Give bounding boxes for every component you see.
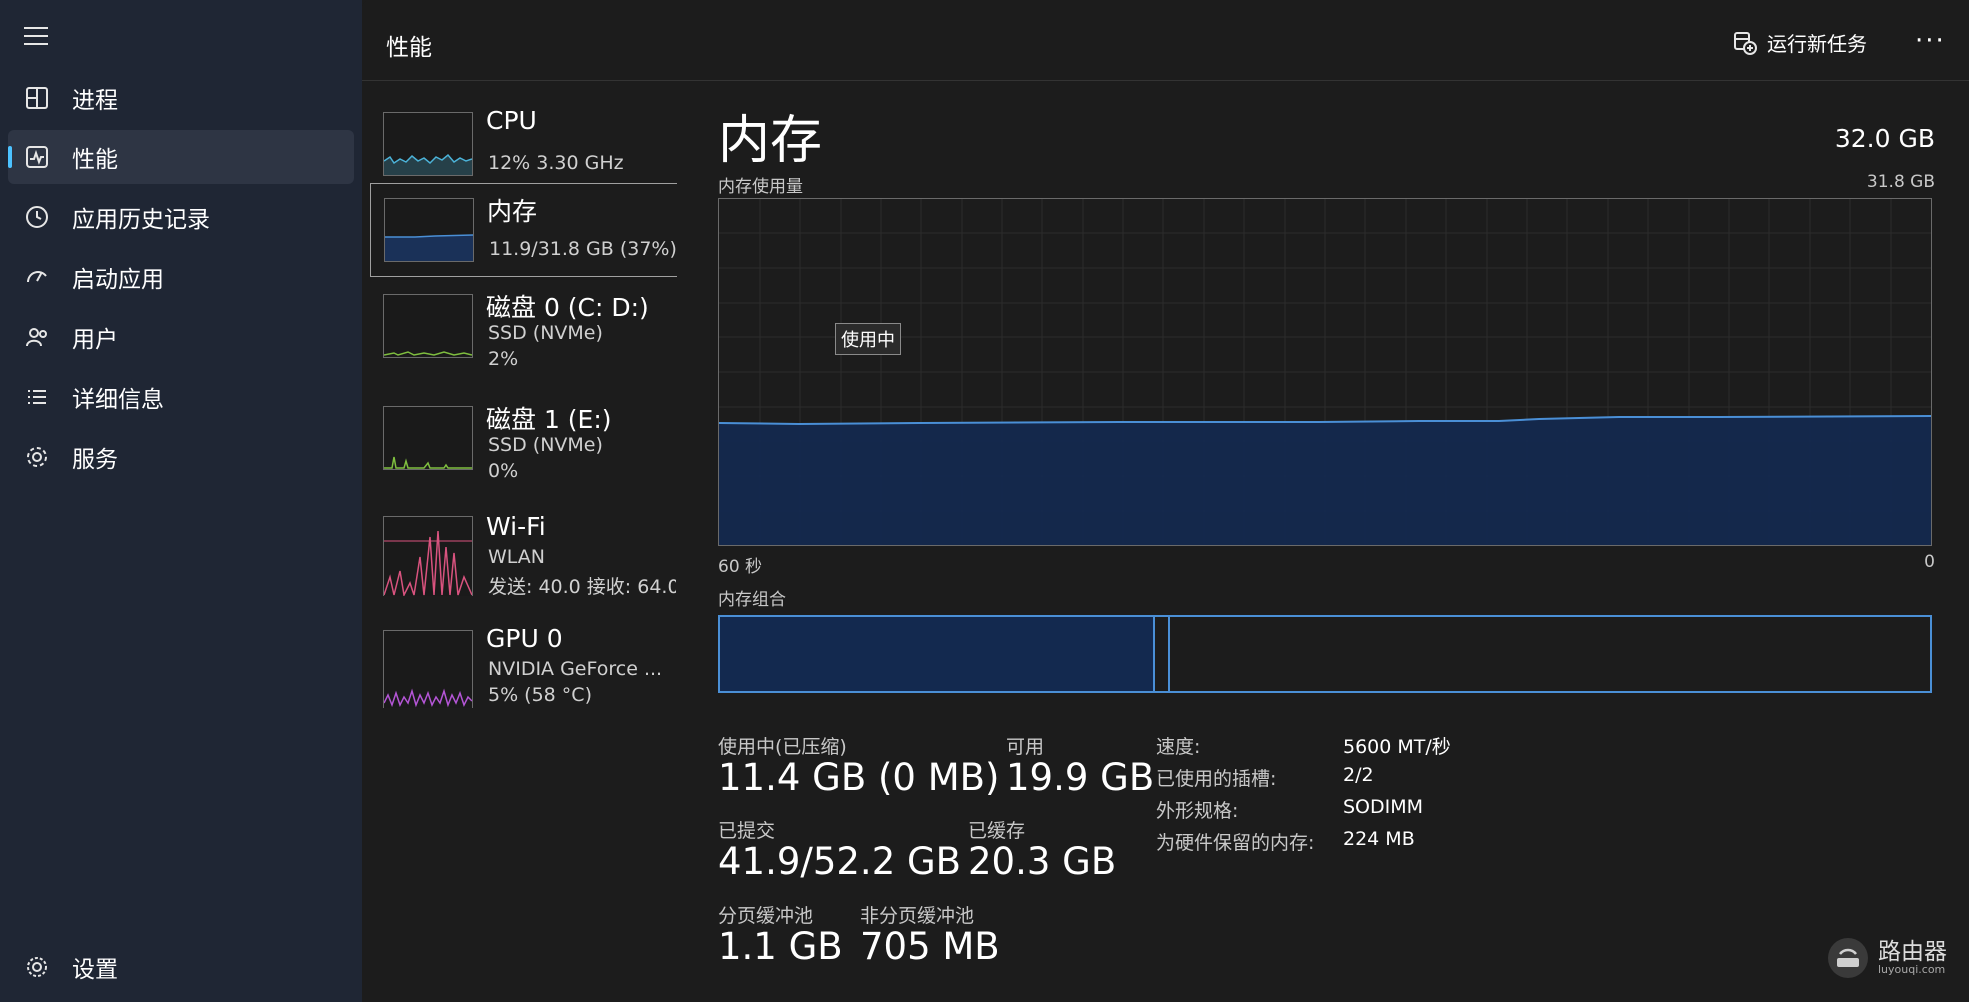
run-task-label: 运行新任务 [1767,32,1867,56]
graph-time-start: 60 秒 [718,557,763,577]
device-item-gpu[interactable]: GPU 0 NVIDIA GeForce ... 5% (58 °C) [370,616,676,708]
usage-graph-svg [718,199,1932,545]
spec-speed-value: 5600 MT/秒 [1343,736,1451,758]
composition-label: 内存组合 [718,590,786,610]
more-options-button[interactable]: ··· [1915,26,1946,56]
available-label: 可用 [1006,736,1045,758]
device-detail: NVIDIA GeForce ... [488,658,663,680]
header-bar: 性能 运行新任务 ··· [362,0,1969,81]
menu-icon[interactable] [24,27,48,47]
device-detail: 发送: 40.0 接收: 64.0 [488,576,676,596]
gear-icon [27,957,47,977]
spec-slots-value: 2/2 [1343,764,1374,786]
device-name: 磁盘 0 (C: D:) [486,293,649,322]
paged-pool-value: 1.1 GB [718,925,843,968]
device-detail: 12% 3.30 GHz [488,152,624,174]
device-thumbnail [383,630,473,708]
device-thumbnail [383,294,473,358]
device-thumbnail [383,516,473,596]
history-icon [26,206,48,228]
sidebar-item-performance[interactable]: 性能 [8,130,354,184]
sidebar-item-app-history[interactable]: 应用历史记录 [8,190,354,244]
graph-time-end: 0 [1924,552,1935,572]
sidebar-item-processes[interactable]: 进程 [8,71,354,125]
run-new-task-button[interactable]: 运行新任务 [1733,28,1867,57]
sidebar-item-label: 应用历史记录 [72,207,210,233]
spec-reserved-value: 224 MB [1343,828,1415,850]
memory-total: 32.0 GB [1834,124,1935,153]
watermark-title: 路由器 [1878,939,1947,965]
device-name: 磁盘 1 (E:) [486,405,612,434]
device-detail: 5% (58 °C) [488,684,592,706]
nonpaged-pool-value: 705 MB [860,925,1000,968]
sidebar-item-settings[interactable]: 设置 [8,940,354,994]
sidebar-item-label: 启动应用 [72,267,164,293]
sidebar-item-services[interactable]: 服务 [8,430,354,484]
device-name: Wi-Fi [486,512,546,541]
nonpaged-pool-label: 非分页缓冲池 [860,905,975,927]
device-item-cpu[interactable]: CPU 12% 3.30 GHz [370,98,676,190]
sidebar-item-startup[interactable]: 启动应用 [8,250,354,304]
memory-usage-graph[interactable]: 使用中 [718,198,1932,546]
sidebar-item-label: 进程 [72,88,118,114]
sidebar-item-label: 用户 [72,327,118,353]
composition-modified-segment[interactable] [1153,617,1170,691]
detail-title: 内存 [718,111,823,171]
services-icon [27,447,47,467]
usage-graph-label: 内存使用量 [718,177,803,197]
sidebar-item-label: 详细信息 [72,387,164,413]
device-detail: SSD (NVMe) [488,322,603,344]
device-thumbnail [383,406,473,470]
committed-value: 41.9/52.2 GB [718,840,962,883]
spec-slots-label: 已使用的插槽: [1156,768,1277,790]
cached-value: 20.3 GB [968,840,1117,883]
startup-icon [27,271,47,283]
device-item-wifi[interactable]: Wi-Fi WLAN 发送: 40.0 接收: 64.0 [370,504,676,596]
device-name: CPU [486,106,537,135]
watermark-url: luyouqi.com [1878,963,1946,976]
device-name: 内存 [487,197,538,226]
spec-form-factor-value: SODIMM [1343,796,1424,818]
committed-label: 已提交 [718,820,776,842]
device-item-disk-0[interactable]: 磁盘 0 (C: D:) SSD (NVMe) 2% [370,280,676,372]
sidebar-item-users[interactable]: 用户 [8,310,354,364]
sidebar-item-label: 性能 [72,147,118,173]
composition-in-use-segment[interactable] [720,617,1156,691]
watermark: 路由器 luyouqi.com [1826,936,1947,980]
spec-speed-label: 速度: [1156,736,1201,758]
memory-composition-bar[interactable] [718,615,1932,693]
device-detail: 11.9/31.8 GB (37%) [489,238,677,260]
performance-icon [26,146,48,168]
page-title: 性能 [386,35,432,61]
graph-tooltip: 使用中 [835,323,901,355]
sidebar-item-label: 服务 [72,447,118,473]
in-use-value: 11.4 GB (0 MB) [718,756,1000,799]
device-item-memory[interactable]: 内存 11.9/31.8 GB (37%) [370,183,677,277]
device-item-disk-1[interactable]: 磁盘 1 (E:) SSD (NVMe) 0% [370,392,676,484]
active-indicator [8,146,12,168]
paged-pool-label: 分页缓冲池 [718,905,814,927]
device-name: GPU 0 [486,624,563,653]
device-detail: SSD (NVMe) [488,434,603,456]
sidebar-item-label: 设置 [72,957,118,983]
users-icon [26,328,47,347]
details-icon [28,390,46,404]
device-detail: WLAN [488,546,546,568]
spec-reserved-label: 为硬件保留的内存: [1156,832,1315,854]
usage-graph-max: 31.8 GB [1866,172,1935,192]
device-thumbnail [383,112,473,176]
cached-label: 已缓存 [968,820,1026,842]
sidebar-item-details[interactable]: 详细信息 [8,370,354,424]
device-thumbnail [384,198,474,262]
router-logo-icon [1828,938,1868,978]
processes-icon [26,87,48,109]
spec-form-factor-label: 外形规格: [1156,800,1239,822]
available-value: 19.9 GB [1006,756,1155,799]
device-detail: 0% [488,460,519,482]
device-detail: 2% [488,348,519,370]
sidebar: 进程 性能 应用历史记录 启动应用 用户 详细信息 服务 设置 [0,0,362,1002]
run-task-icon [1734,31,1757,55]
in-use-label: 使用中(已压缩) [718,736,847,758]
